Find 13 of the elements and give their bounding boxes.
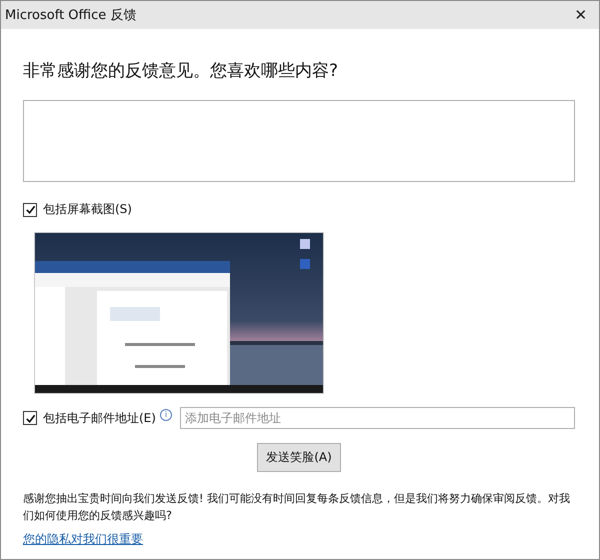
info-icon[interactable]: i <box>160 409 172 421</box>
checkbox-label: 包括屏幕截图(S) <box>43 201 132 218</box>
checkbox-label: 包括电子邮件地址(E) <box>43 410 156 426</box>
close-button[interactable]: ✕ <box>563 1 599 29</box>
checkbox[interactable] <box>23 411 37 425</box>
send-button[interactable]: 发送笑脸(A) <box>257 443 341 472</box>
checkbox[interactable] <box>23 202 37 216</box>
privacy-link[interactable]: 您的隐私对我们很重要 <box>23 531 143 548</box>
window-title: Microsoft Office 反馈 <box>5 7 136 24</box>
feedback-field[interactable] <box>23 100 575 182</box>
question-heading: 非常感谢您的反馈意见。您喜欢哪些内容? <box>23 60 340 82</box>
email-field[interactable]: 添加电子邮件地址 <box>180 407 575 429</box>
notice-text: 感谢您抽出宝贵时间向我们发送反馈! 我们可能没有时间回复每条反馈信息，但是我们将努力确保审阅反馈。对我们如何使用您的反馈感兴趣吗? <box>23 491 572 524</box>
